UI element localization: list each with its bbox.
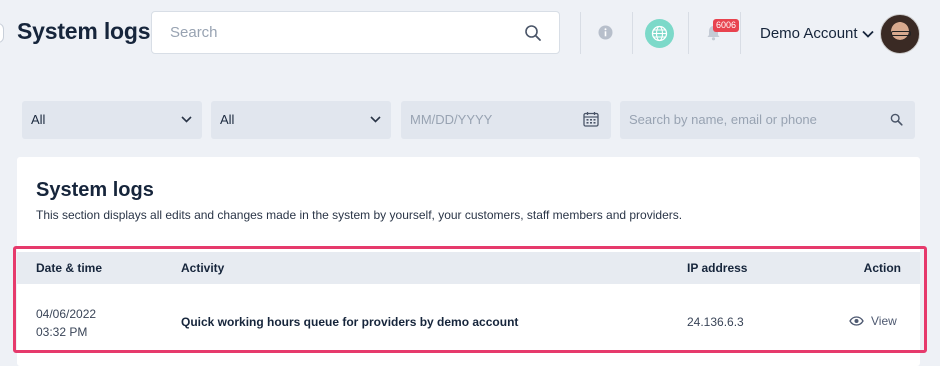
filter-select-1-value: All [31, 112, 46, 127]
header-divider [580, 12, 581, 54]
sidebar-toggle[interactable] [0, 23, 4, 43]
account-menu[interactable]: Demo Account [760, 25, 874, 42]
people-search-placeholder: Search by name, email or phone [629, 112, 817, 127]
header-divider [740, 12, 741, 54]
card-description: This section displays all edits and chan… [36, 208, 683, 222]
date-picker-placeholder: MM/DD/YYYY [410, 112, 493, 127]
header-divider [688, 12, 689, 54]
global-search-input[interactable] [152, 12, 522, 53]
people-search[interactable]: Search by name, email or phone [620, 101, 915, 139]
global-search[interactable] [151, 11, 560, 54]
search-icon[interactable] [890, 113, 903, 126]
table-highlight-box [13, 246, 927, 353]
info-icon[interactable] [598, 25, 613, 40]
avatar-glasses [891, 31, 911, 36]
globe-icon[interactable] [645, 19, 674, 48]
filter-select-2[interactable]: All [211, 101, 391, 139]
notification-badge: 6006 [713, 19, 740, 32]
avatar[interactable] [880, 14, 920, 54]
chevron-down-icon [370, 116, 381, 123]
chevron-down-icon [861, 30, 874, 38]
search-icon[interactable] [524, 24, 542, 42]
card-title: System logs [36, 179, 154, 201]
page-title: System logs [17, 18, 151, 44]
filter-select-2-value: All [220, 112, 235, 127]
account-name: Demo Account [760, 25, 858, 42]
top-header: System logs 6006 Demo Account [0, 0, 940, 68]
calendar-icon[interactable] [583, 111, 599, 127]
date-picker[interactable]: MM/DD/YYYY [401, 101, 611, 139]
chevron-down-icon [181, 116, 192, 123]
filter-select-1[interactable]: All [22, 101, 202, 139]
header-divider [632, 12, 633, 54]
